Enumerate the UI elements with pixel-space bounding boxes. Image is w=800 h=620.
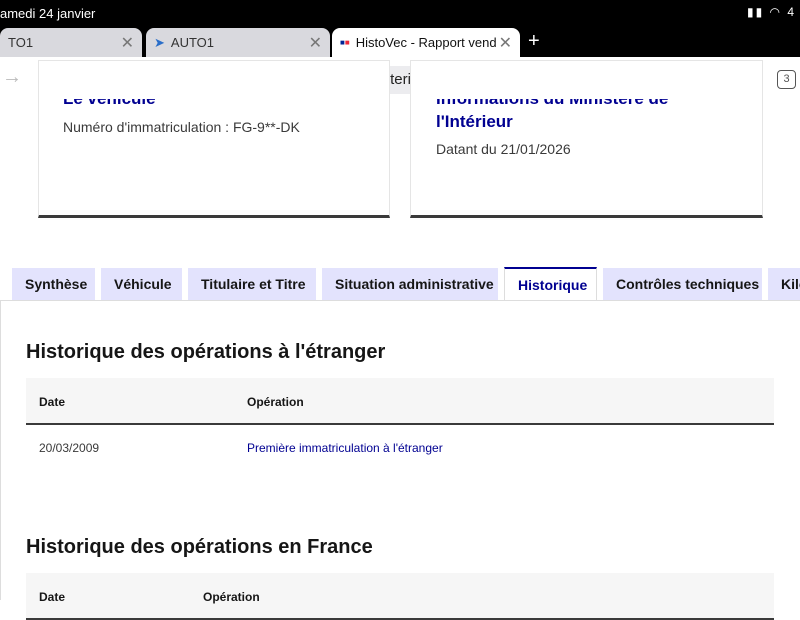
date-text: Datant du 21/01/2026 <box>436 141 571 157</box>
favicon-icon: ➤ <box>154 34 165 50</box>
table-header: Date Opération <box>26 573 774 620</box>
ministry-card: Informations du Ministère de l'Intérieur… <box>410 60 763 218</box>
table-row: 20/03/2009 Première immatriculation à l'… <box>26 424 774 470</box>
browser-tab[interactable]: ➤ AUTO1 ✕ <box>146 28 330 57</box>
tabs-count-button[interactable]: 3 <box>777 70 796 89</box>
tab-controles[interactable]: Contrôles techniques <box>603 268 762 300</box>
browser-tab-active[interactable]: ■■ HistoVec - Rapport vend ✕ <box>332 28 520 57</box>
tab-historique[interactable]: Historique <box>504 267 597 300</box>
status-icons: ▮▮ ◠ 4 <box>746 5 796 19</box>
tab-synthese[interactable]: Synthèse <box>12 268 95 300</box>
card-title: Le véhicule <box>63 89 156 108</box>
section-title: Historique des opérations à l'étranger <box>26 341 386 363</box>
card-title: Informations du Ministère de <box>436 89 669 108</box>
close-icon[interactable]: ✕ <box>121 33 134 53</box>
close-icon[interactable]: ✕ <box>309 33 322 53</box>
registration-text: Numéro d'immatriculation : FG-9**-DK <box>63 119 300 135</box>
status-date: amedi 24 janvier <box>0 6 96 21</box>
row-date: 20/03/2009 <box>39 441 100 455</box>
table-header: Date Opération <box>26 378 774 425</box>
col-operation: Opération <box>203 590 260 604</box>
vehicle-card: Le véhicule Numéro d'immatriculation : F… <box>38 60 390 218</box>
flag-icon: ■■ <box>340 38 350 47</box>
tab-titulaire[interactable]: Titulaire et Titre <box>188 268 316 300</box>
new-tab-icon[interactable]: + <box>528 30 540 53</box>
close-icon[interactable]: ✕ <box>499 33 512 53</box>
tab-title: AUTO1 <box>170 35 215 50</box>
section-title: Historique des opérations en France <box>26 536 373 558</box>
col-date: Date <box>39 395 66 409</box>
col-date: Date <box>39 590 66 604</box>
row-operation-link[interactable]: Première immatriculation à l'étranger <box>247 441 443 455</box>
tab-vehicule[interactable]: Véhicule <box>101 268 182 300</box>
tab-title: TO1 <box>8 35 34 50</box>
browser-tab[interactable]: TO1 ✕ <box>0 28 142 57</box>
forward-icon[interactable]: → <box>2 66 22 89</box>
tab-situation[interactable]: Situation administrative <box>322 268 498 300</box>
card-title-2: l'Intérieur <box>436 112 513 131</box>
col-operation: Opération <box>247 395 304 409</box>
tab-kilometrage[interactable]: Kilo <box>768 268 800 300</box>
tab-title: HistoVec - Rapport vend <box>355 35 497 50</box>
